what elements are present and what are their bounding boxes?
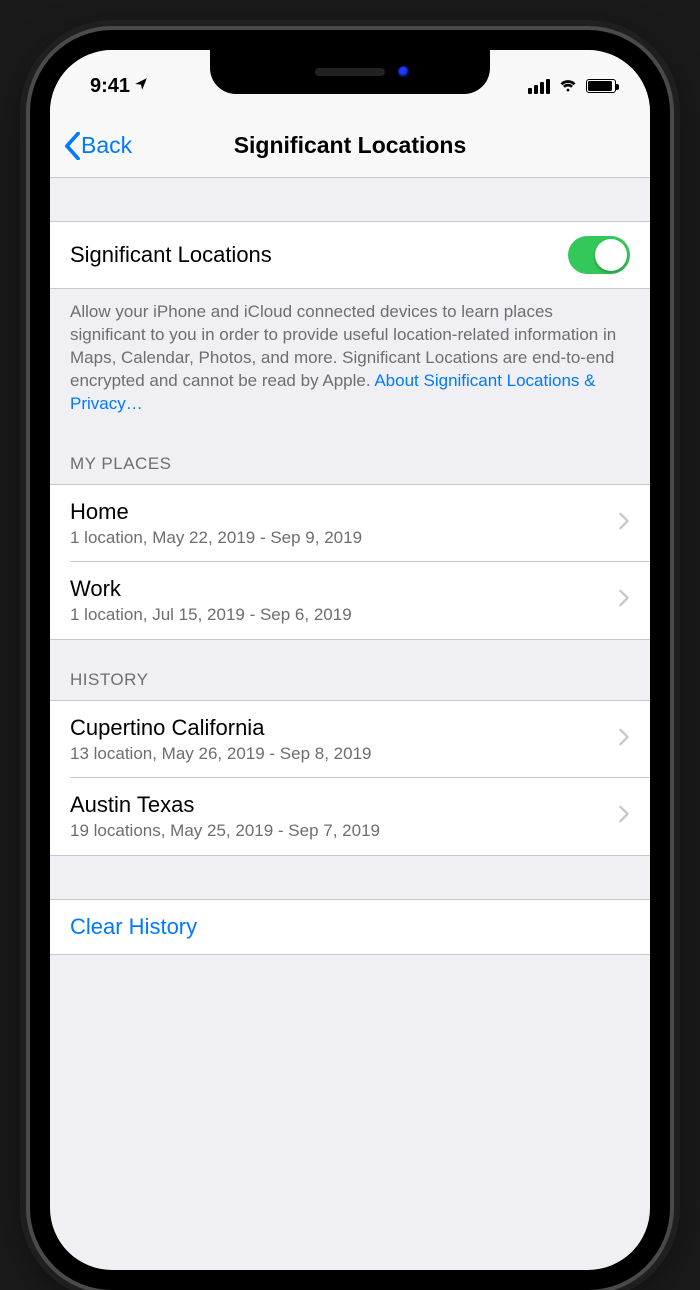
clear-history-label: Clear History	[70, 914, 197, 940]
place-row-work[interactable]: Work 1 location, Jul 15, 2019 - Sep 6, 2…	[50, 562, 650, 640]
row-subtitle: 1 location, May 22, 2019 - Sep 9, 2019	[70, 528, 362, 548]
chevron-left-icon	[64, 132, 81, 160]
back-label: Back	[81, 132, 132, 159]
row-title: Austin Texas	[70, 792, 380, 818]
section-gap	[50, 178, 650, 222]
chevron-right-icon	[618, 512, 630, 535]
section-header-history: HISTORY	[50, 640, 650, 701]
significant-locations-switch[interactable]	[568, 236, 630, 274]
place-row-home[interactable]: Home 1 location, May 22, 2019 - Sep 9, 2…	[50, 485, 650, 562]
history-row-cupertino[interactable]: Cupertino California 13 location, May 26…	[50, 701, 650, 778]
toggle-label: Significant Locations	[70, 242, 272, 268]
location-services-icon	[134, 77, 148, 96]
section-gap	[50, 856, 650, 900]
description-text: Allow your iPhone and iCloud connected d…	[50, 289, 650, 424]
cellular-signal-icon	[528, 79, 550, 94]
row-title: Home	[70, 499, 362, 525]
page-title: Significant Locations	[234, 132, 467, 159]
back-button[interactable]: Back	[64, 132, 132, 160]
row-subtitle: 13 location, May 26, 2019 - Sep 8, 2019	[70, 744, 371, 764]
phone-frame: 9:41	[30, 30, 670, 1290]
screen: 9:41	[50, 50, 650, 1270]
front-camera	[398, 66, 410, 78]
earpiece-speaker	[315, 68, 385, 76]
row-title: Cupertino California	[70, 715, 371, 741]
content: Significant Locations Allow your iPhone …	[50, 178, 650, 999]
history-row-austin[interactable]: Austin Texas 19 locations, May 25, 2019 …	[50, 778, 650, 856]
clear-history-button[interactable]: Clear History	[50, 900, 650, 955]
notch	[210, 50, 490, 94]
switch-knob	[595, 239, 627, 271]
row-subtitle: 1 location, Jul 15, 2019 - Sep 6, 2019	[70, 605, 352, 625]
wifi-icon	[558, 75, 578, 98]
significant-locations-toggle-cell[interactable]: Significant Locations	[50, 222, 650, 289]
chevron-right-icon	[618, 728, 630, 751]
section-header-my-places: MY PLACES	[50, 424, 650, 485]
nav-bar: Back Significant Locations	[50, 114, 650, 178]
chevron-right-icon	[618, 589, 630, 612]
battery-icon	[586, 79, 616, 93]
section-gap	[50, 955, 650, 999]
status-time: 9:41	[90, 75, 130, 98]
row-subtitle: 19 locations, May 25, 2019 - Sep 7, 2019	[70, 821, 380, 841]
chevron-right-icon	[618, 805, 630, 828]
row-title: Work	[70, 576, 352, 602]
